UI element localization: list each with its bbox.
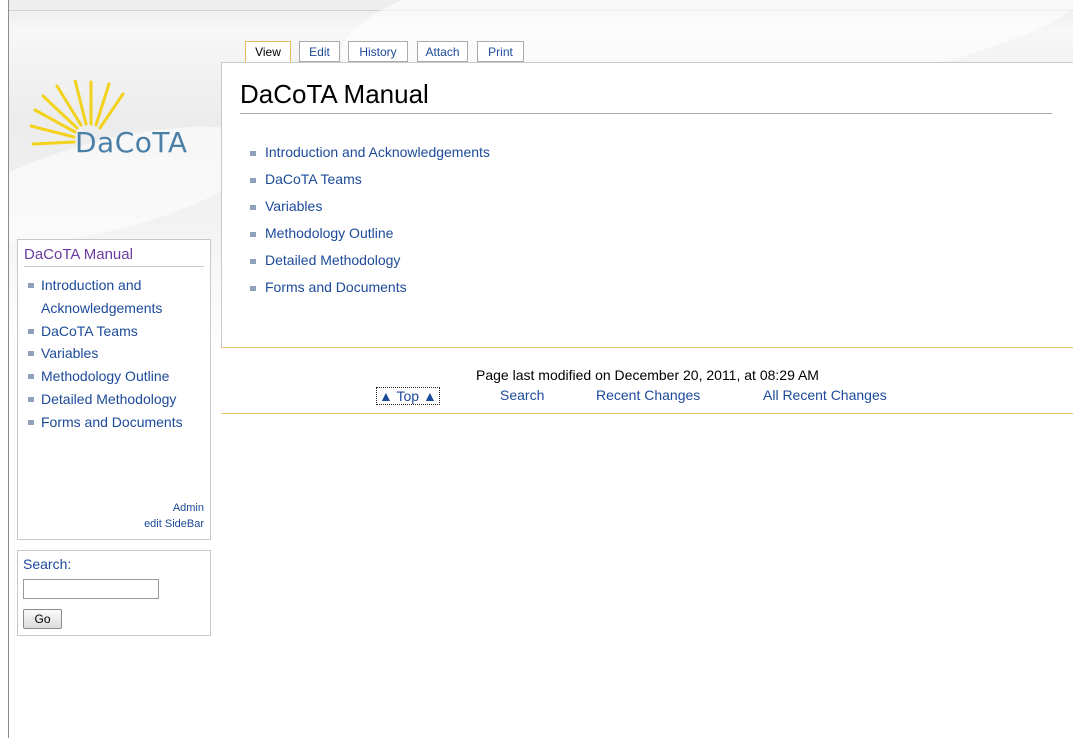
- logo-text: DaCoTA: [75, 126, 188, 159]
- divider: [240, 113, 1052, 114]
- edit-sidebar-link[interactable]: edit SideBar: [144, 518, 204, 530]
- sidebar-title[interactable]: DaCoTA Manual: [24, 246, 133, 263]
- all-recent-changes-link[interactable]: All Recent Changes: [763, 387, 887, 403]
- sidebar-item-variables[interactable]: Variables: [26, 342, 206, 365]
- search-box: Search: Go: [17, 550, 211, 636]
- tab-attach[interactable]: Attach: [417, 41, 468, 62]
- content-link-variables[interactable]: Variables: [250, 193, 490, 220]
- tab-history[interactable]: History: [348, 41, 408, 62]
- content-link-forms-documents[interactable]: Forms and Documents: [250, 274, 490, 301]
- content-link-list: Introduction and Acknowledgements DaCoTA…: [250, 139, 490, 301]
- content-link-dacota-teams[interactable]: DaCoTA Teams: [250, 166, 490, 193]
- search-input[interactable]: [23, 579, 159, 599]
- sidebar-item-detailed-methodology[interactable]: Detailed Methodology: [26, 388, 206, 411]
- tab-print[interactable]: Print: [477, 41, 524, 62]
- content-link-introduction[interactable]: Introduction and Acknowledgements: [250, 139, 490, 166]
- divider: [24, 266, 204, 267]
- sidebar-item-methodology-outline[interactable]: Methodology Outline: [26, 365, 206, 388]
- go-button[interactable]: Go: [23, 609, 62, 629]
- main-content: DaCoTA Manual Introduction and Acknowled…: [221, 62, 1073, 348]
- admin-link[interactable]: Admin: [173, 502, 204, 514]
- page-title: DaCoTA Manual: [240, 79, 429, 109]
- sidebar-list: Introduction and Acknowledgements DaCoTA…: [26, 274, 206, 434]
- page-frame: DaCoTA DaCoTA Manual Introduction and Ac…: [8, 0, 1073, 738]
- site-logo[interactable]: DaCoTA: [29, 80, 209, 190]
- tab-view[interactable]: View: [245, 41, 291, 63]
- search-label: Search:: [23, 556, 72, 572]
- last-modified-text: Page last modified on December 20, 2011,…: [476, 367, 819, 383]
- footer-search-link[interactable]: Search: [500, 387, 544, 403]
- sidebar: DaCoTA Manual Introduction and Acknowled…: [17, 239, 211, 540]
- sidebar-item-dacota-teams[interactable]: DaCoTA Teams: [26, 320, 206, 343]
- recent-changes-link[interactable]: Recent Changes: [596, 387, 700, 403]
- sidebar-item-introduction[interactable]: Introduction and Acknowledgements: [26, 274, 206, 320]
- tab-edit[interactable]: Edit: [299, 41, 340, 62]
- sidebar-item-forms-documents[interactable]: Forms and Documents: [26, 411, 206, 434]
- content-link-detailed-methodology[interactable]: Detailed Methodology: [250, 247, 490, 274]
- top-link[interactable]: ▲ Top ▲: [376, 387, 440, 405]
- page-footer: Page last modified on December 20, 2011,…: [221, 347, 1073, 414]
- content-link-methodology-outline[interactable]: Methodology Outline: [250, 220, 490, 247]
